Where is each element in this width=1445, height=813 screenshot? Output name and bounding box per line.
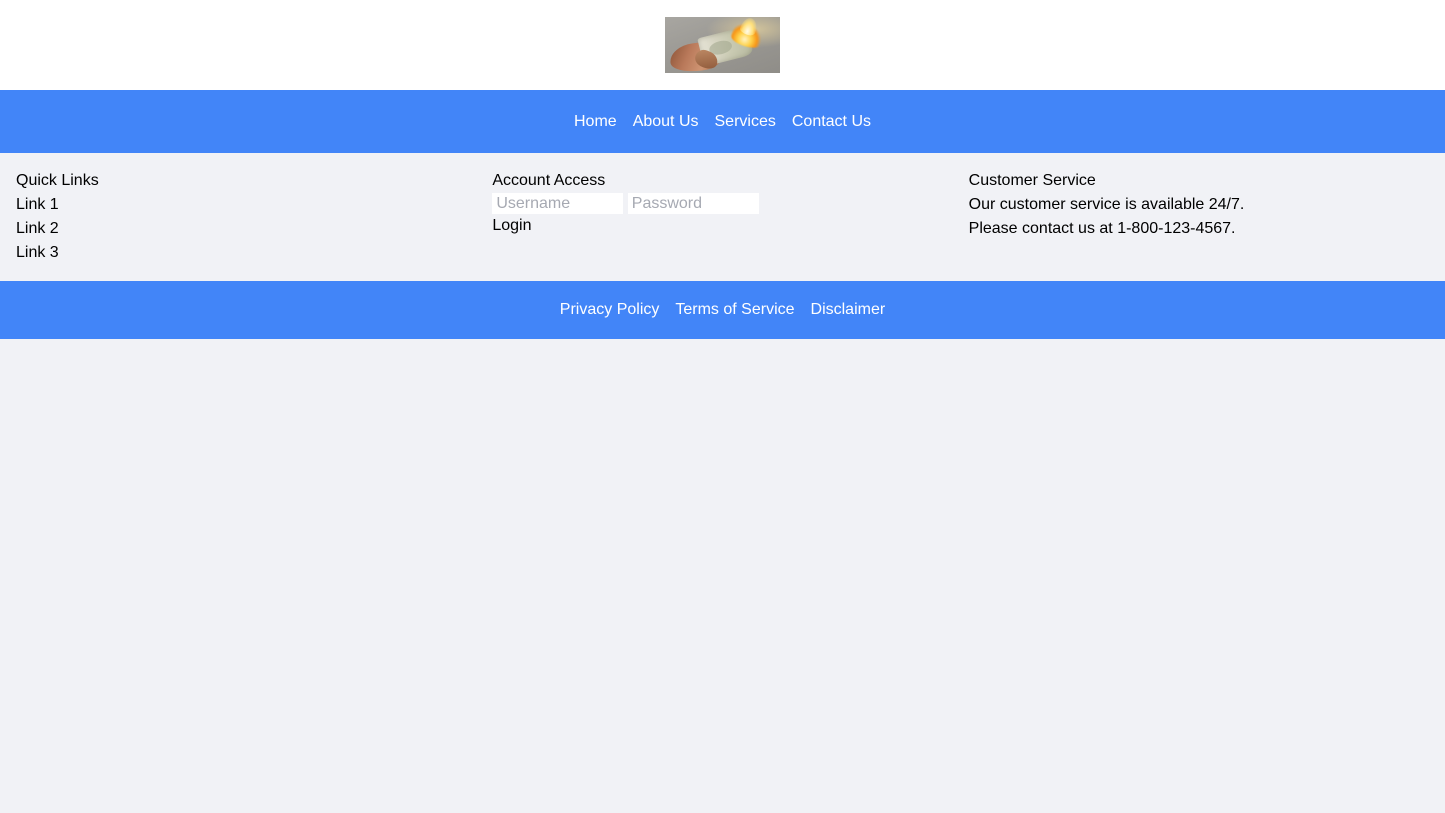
quick-link-3[interactable]: Link 3 — [16, 241, 476, 265]
nav-item-about-us: About Us — [633, 113, 699, 131]
nav-item-contact-us: Contact Us — [792, 113, 871, 131]
quick-links-section: Quick Links Link 1 Link 2 Link 3 — [16, 169, 476, 265]
quick-link-1[interactable]: Link 1 — [16, 193, 476, 217]
footer-item-terms-of-service: Terms of Service — [675, 301, 794, 319]
main-navigation: Home About Us Services Contact Us — [0, 90, 1445, 153]
account-access-title: Account Access — [492, 172, 606, 189]
customer-service-title: Customer Service — [968, 172, 1096, 189]
account-access-section: Account Access Login — [492, 169, 952, 238]
list-item: Link 2 — [16, 217, 476, 241]
site-footer: Privacy Policy Terms of Service Disclaim… — [0, 281, 1445, 339]
nav-item-home: Home — [574, 113, 617, 131]
main-nav-list: Home About Us Services Contact Us — [574, 113, 871, 131]
main-content: Quick Links Link 1 Link 2 Link 3 Account… — [0, 153, 1445, 281]
quick-link-2[interactable]: Link 2 — [16, 217, 476, 241]
password-input[interactable] — [627, 193, 759, 214]
customer-service-section: Customer Service Our customer service is… — [969, 169, 1429, 241]
footer-link-privacy-policy[interactable]: Privacy Policy — [560, 301, 660, 318]
username-input[interactable] — [492, 193, 624, 214]
nav-link-contact-us[interactable]: Contact Us — [792, 113, 871, 130]
nav-link-home[interactable]: Home — [574, 113, 617, 130]
footer-link-list: Privacy Policy Terms of Service Disclaim… — [560, 301, 885, 319]
quick-links-title: Quick Links — [16, 172, 99, 189]
footer-link-terms-of-service[interactable]: Terms of Service — [675, 301, 794, 318]
login-button[interactable]: Login — [492, 214, 531, 238]
footer-item-disclaimer: Disclaimer — [811, 301, 886, 319]
nav-link-services[interactable]: Services — [715, 113, 776, 130]
site-header — [0, 0, 1445, 90]
list-item: Link 3 — [16, 241, 476, 265]
customer-service-phone: Please contact us at 1-800-123-4567. — [968, 220, 1236, 237]
login-form: Login — [492, 193, 952, 238]
footer-item-privacy-policy: Privacy Policy — [560, 301, 660, 319]
quick-links-list: Link 1 Link 2 Link 3 — [16, 193, 476, 265]
footer-link-disclaimer[interactable]: Disclaimer — [811, 301, 886, 318]
list-item: Link 1 — [16, 193, 476, 217]
nav-link-about-us[interactable]: About Us — [633, 113, 699, 130]
site-logo[interactable] — [665, 17, 780, 73]
nav-item-services: Services — [715, 113, 776, 131]
customer-service-availability: Our customer service is available 24/7. — [968, 196, 1245, 213]
